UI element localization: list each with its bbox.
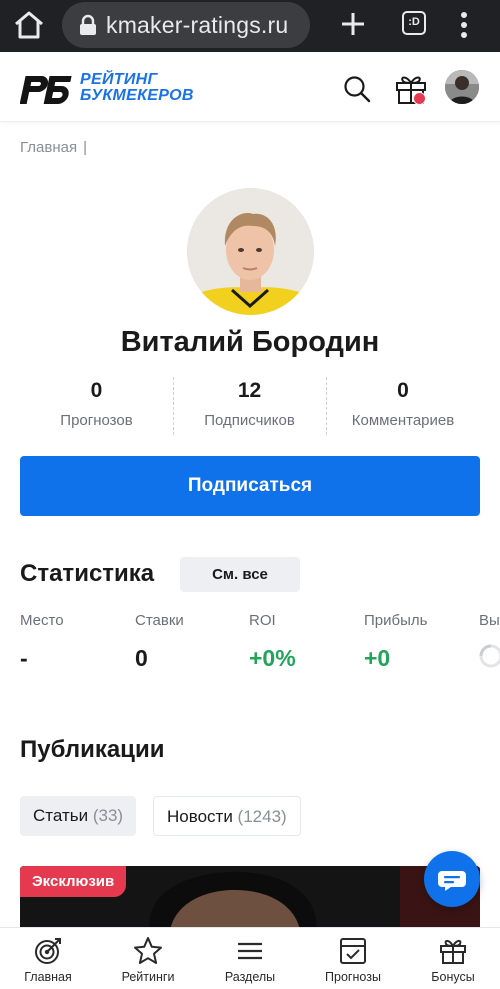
statistics-title: Статистика	[20, 560, 155, 587]
breadcrumb-separator: |	[83, 139, 87, 156]
metric-label: Место	[20, 612, 64, 629]
exclusive-badge: Эксклюзив	[20, 866, 127, 897]
tab-articles[interactable]: Статьи (33)	[20, 796, 137, 836]
nav-label: Прогнозы	[325, 970, 381, 984]
nav-label: Разделы	[224, 970, 276, 984]
tab-switcher-button[interactable]: :D	[402, 11, 426, 35]
stat-label: Подписчиков	[204, 412, 295, 429]
nav-item-sections[interactable]: Разделы	[200, 928, 300, 989]
address-bar[interactable]: kmaker-ratings.ru	[62, 2, 310, 48]
profile-stats: 0 Прогнозов 12 Подписчиков 0 Комментарие…	[20, 377, 480, 435]
stat-value: 0	[90, 379, 103, 402]
metric-label: Вы	[479, 612, 500, 629]
metric-label: ROI	[249, 612, 276, 629]
metric-label: Прибыль	[364, 612, 428, 629]
new-tab-icon[interactable]	[340, 10, 366, 38]
profile-photo	[187, 188, 314, 315]
stat-comments: 0 Комментариев	[326, 377, 480, 435]
subscribe-button[interactable]: Подписаться	[20, 456, 480, 516]
bottom-navigation: Главная Рейтинги Разделы Прогнозы Бонусы	[0, 927, 500, 989]
browser-toolbar: kmaker-ratings.ru :D	[0, 0, 500, 52]
tab-count: (33)	[92, 806, 124, 825]
publications-title: Публикации	[20, 736, 165, 763]
win-rate-ring-icon	[479, 644, 500, 668]
search-icon[interactable]	[343, 75, 371, 103]
user-avatar-image	[445, 70, 479, 104]
stat-value: 0	[397, 379, 409, 402]
stat-subscribers[interactable]: 12 Подписчиков	[173, 377, 326, 435]
breadcrumb: Главная |	[20, 139, 87, 156]
nav-item-ratings[interactable]: Рейтинги	[98, 928, 198, 989]
metric-value: -	[20, 645, 28, 671]
tab-news[interactable]: Новости (1243)	[153, 796, 301, 836]
metric-value: +0	[364, 645, 391, 671]
chat-button[interactable]	[424, 851, 480, 907]
target-icon	[35, 938, 61, 964]
metric-label: Ставки	[135, 612, 184, 629]
logo-line2: БУКМЕКЕРОВ	[80, 87, 194, 104]
logo-line1: РЕЙТИНГ	[80, 71, 158, 88]
home-icon[interactable]	[12, 10, 46, 40]
metric-value: +0%	[249, 645, 296, 671]
tab-label: Новости	[167, 807, 233, 826]
url-text: kmaker-ratings.ru	[106, 12, 289, 38]
logo-text[interactable]: РЕЙТИНГ БУКМЕКЕРОВ	[80, 72, 194, 104]
more-vert-icon[interactable]	[456, 10, 472, 40]
stat-label: Комментариев	[351, 412, 455, 429]
metric-roi: ROI +0%	[249, 611, 296, 673]
nav-label: Главная	[24, 970, 72, 984]
nav-label: Рейтинги	[121, 970, 175, 984]
site-header: РЕЙТИНГ БУКМЕКЕРОВ	[0, 52, 500, 122]
forecast-icon	[340, 938, 366, 964]
chat-icon	[438, 871, 466, 891]
menu-icon	[238, 942, 262, 960]
stat-forecasts: 0 Прогнозов	[20, 377, 173, 435]
tab-count: (1243)	[237, 807, 287, 826]
metric-bets: Ставки 0	[135, 611, 184, 673]
profile-name: Виталий Бородин	[120, 326, 380, 358]
breadcrumb-home-link[interactable]: Главная	[20, 139, 77, 156]
gift-icon	[440, 939, 466, 964]
notification-dot	[413, 92, 426, 105]
lock-icon	[80, 14, 96, 35]
nav-item-bonuses[interactable]: Бонусы	[406, 928, 500, 989]
stat-label: Прогнозов	[60, 412, 133, 429]
logo-mark[interactable]	[20, 74, 72, 106]
tab-label: Статьи	[33, 806, 89, 825]
metric-place: Место -	[20, 611, 64, 673]
metric-win-rate: Вы	[479, 611, 500, 631]
see-all-button[interactable]: См. все	[180, 557, 300, 592]
metric-value: 0	[135, 645, 148, 671]
star-icon	[134, 937, 162, 964]
nav-label: Бонусы	[431, 970, 475, 984]
nav-item-forecasts[interactable]: Прогнозы	[302, 928, 404, 989]
user-avatar[interactable]	[445, 70, 479, 104]
stat-value: 12	[237, 379, 262, 402]
metric-profit: Прибыль +0	[364, 611, 427, 673]
nav-item-home[interactable]: Главная	[0, 928, 96, 989]
